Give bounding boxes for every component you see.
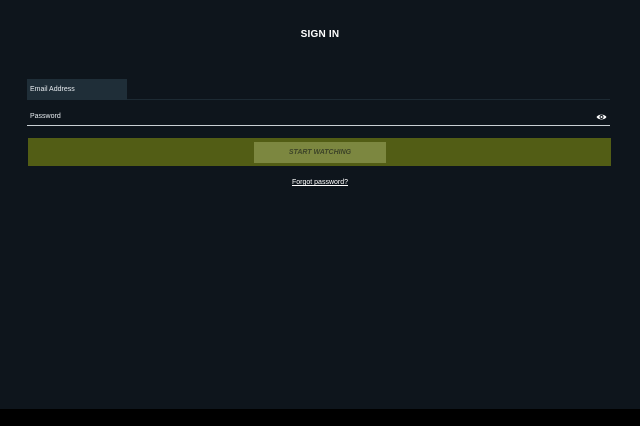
signin-screen: SIGN IN Email Address Password START WAT…: [0, 0, 640, 409]
page-title: SIGN IN: [300, 29, 340, 40]
cta-bar: START WATCHING: [28, 138, 611, 166]
email-field[interactable]: Email Address: [27, 79, 610, 100]
eye-icon[interactable]: [596, 113, 607, 121]
forgot-password-link[interactable]: Forgot password?: [292, 179, 348, 186]
email-label: Email Address: [27, 79, 127, 100]
password-label: Password: [30, 113, 61, 120]
password-field[interactable]: Password: [27, 109, 610, 126]
start-watching-button[interactable]: START WATCHING: [254, 142, 386, 163]
forgot-password-row: Forgot password?: [0, 179, 640, 186]
